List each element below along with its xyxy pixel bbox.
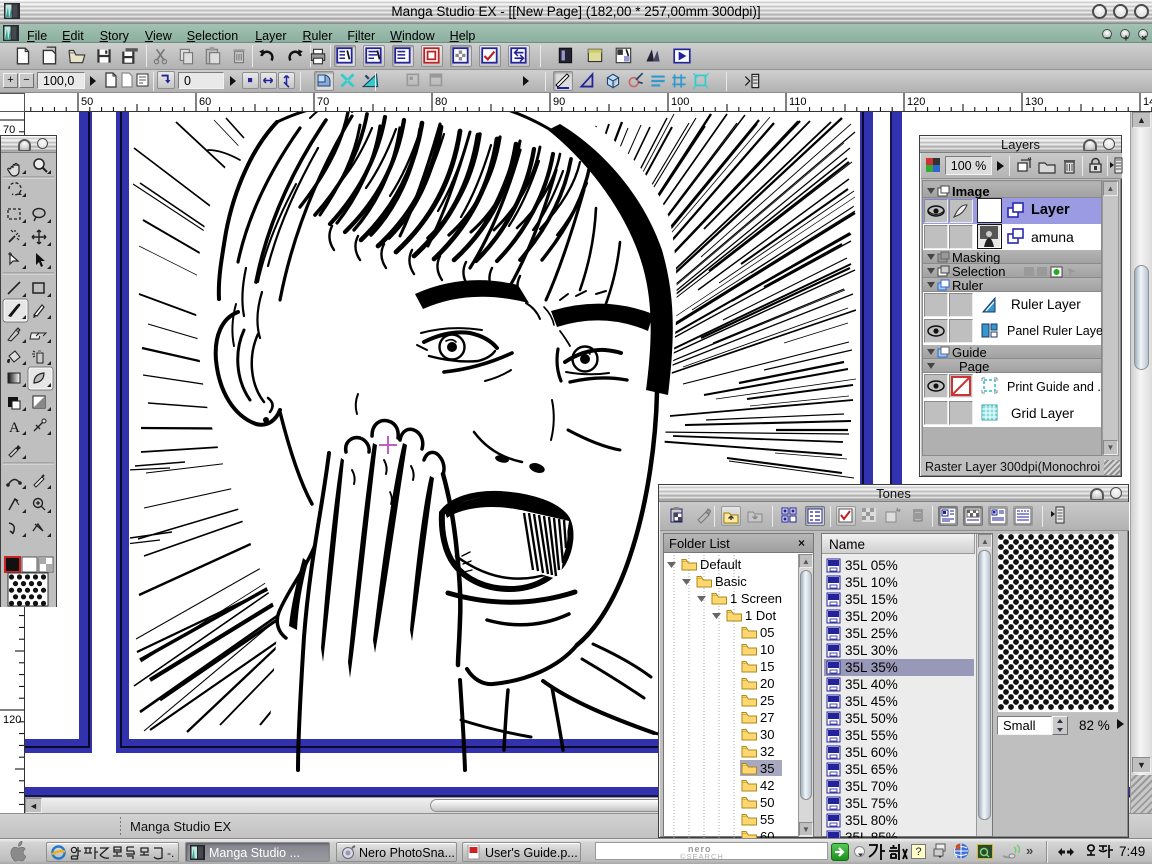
svg-text:30: 30 bbox=[760, 727, 774, 742]
svg-text:25: 25 bbox=[760, 693, 774, 708]
svg-text:70: 70 bbox=[317, 96, 329, 108]
svg-text:1 Dot: 1 Dot bbox=[745, 608, 776, 623]
svg-text:110: 110 bbox=[789, 96, 807, 108]
svg-text:1 Screen: 1 Screen bbox=[730, 591, 782, 606]
svg-text:05: 05 bbox=[760, 625, 774, 640]
svg-text:-...: -... bbox=[167, 846, 174, 860]
svg-text:140: 140 bbox=[1143, 96, 1152, 108]
svg-text:55: 55 bbox=[760, 812, 774, 827]
svg-text:20: 20 bbox=[760, 676, 774, 691]
svg-text:80: 80 bbox=[435, 96, 447, 108]
svg-text:42: 42 bbox=[760, 778, 774, 793]
svg-text:35: 35 bbox=[760, 761, 774, 776]
svg-text:Default: Default bbox=[700, 557, 742, 572]
svg-text:Basic: Basic bbox=[715, 574, 747, 589]
svg-text:15: 15 bbox=[760, 659, 774, 674]
svg-text:90: 90 bbox=[553, 96, 565, 108]
svg-text:10: 10 bbox=[760, 642, 774, 657]
svg-text:130: 130 bbox=[1025, 96, 1043, 108]
svg-text:100: 100 bbox=[671, 96, 689, 108]
svg-text:50: 50 bbox=[81, 96, 93, 108]
svg-text:120: 120 bbox=[907, 96, 925, 108]
svg-text:60: 60 bbox=[199, 96, 211, 108]
svg-text:A: A bbox=[9, 420, 20, 436]
svg-text:27: 27 bbox=[760, 710, 774, 725]
svg-text:120: 120 bbox=[3, 714, 21, 726]
svg-text:32: 32 bbox=[760, 744, 774, 759]
svg-text:50: 50 bbox=[760, 795, 774, 810]
svg-text:60: 60 bbox=[760, 829, 774, 838]
